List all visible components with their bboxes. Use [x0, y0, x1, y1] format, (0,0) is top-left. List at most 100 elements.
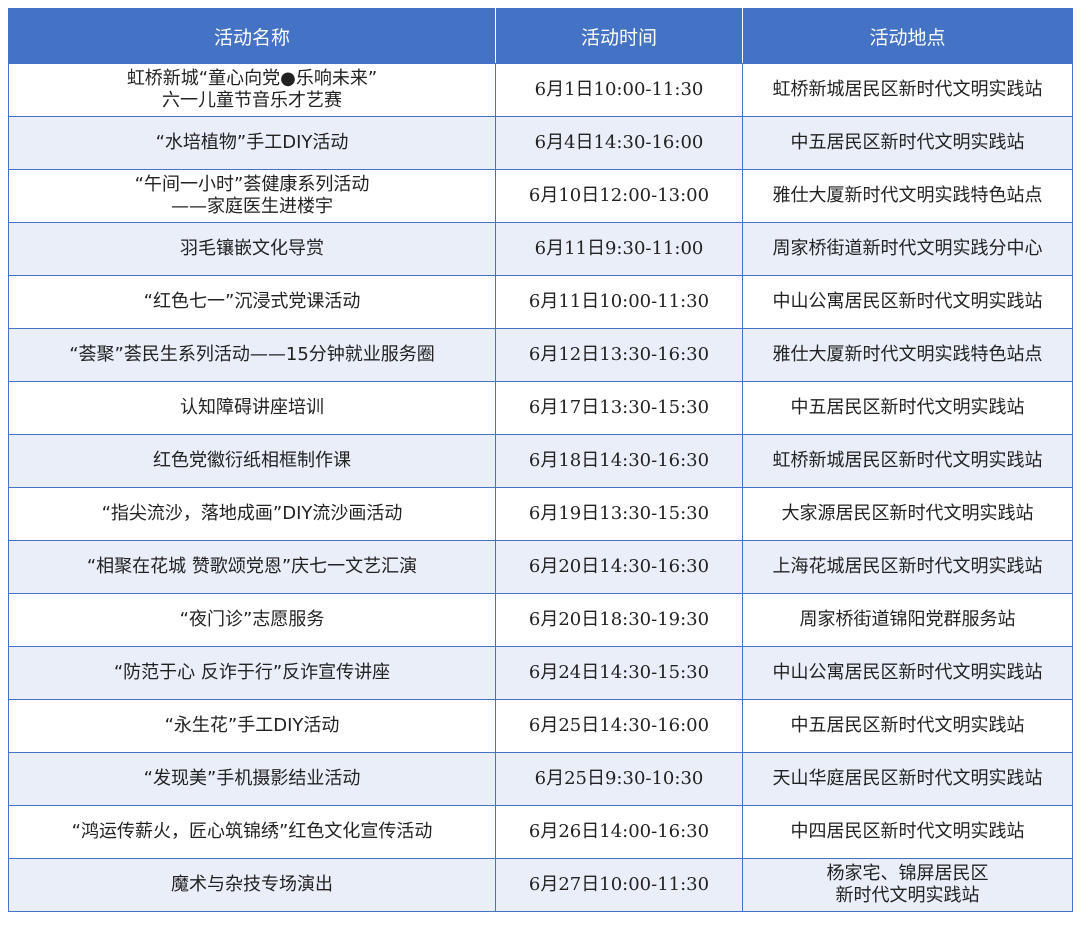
- table-row: 羽毛镶嵌文化导赏 6月11日9:30-11:00 周家桥街道新时代文明实践分中心: [8, 222, 1073, 276]
- table-row: 虹桥新城“童心向党●乐响未来” 六一儿童节音乐才艺赛 6月1日10:00-11:30…: [8, 63, 1073, 117]
- activity-time-cell: 6月18日14:30-16:30: [495, 434, 743, 488]
- activity-time-cell: 6月12日13:30-16:30: [495, 328, 743, 382]
- activity-name-cell: 魔术与杂技专场演出: [8, 858, 496, 912]
- activity-name-text: “荟聚”荟民生系列活动——15分钟就业服务圈: [69, 344, 435, 365]
- activity-name-text: “红色七一”沉浸式党课活动: [143, 291, 361, 312]
- activity-name-cell: “午间一小时”荟健康系列活动 ——家庭医生进楼宇: [8, 169, 496, 223]
- activity-name-text: 六一儿童节音乐才艺赛: [162, 90, 342, 111]
- activity-name-text: “相聚在花城 赞歌颂党恩”庆七一文艺汇演: [86, 556, 418, 577]
- activity-place-cell: 中五居民区新时代文明实践站: [742, 116, 1073, 170]
- activity-place-cell: 雅仕大厦新时代文明实践特色站点: [742, 328, 1073, 382]
- activity-place-cell: 中五居民区新时代文明实践站: [742, 699, 1073, 753]
- activity-time-cell: 6月26日14:00-16:30: [495, 805, 743, 859]
- activity-time-cell: 6月4日14:30-16:00: [495, 116, 743, 170]
- activity-time-cell: 6月25日9:30-10:30: [495, 752, 743, 806]
- activity-name-text: “夜门诊”志愿服务: [179, 609, 325, 630]
- activity-place-text: 中五居民区新时代文明实践站: [790, 397, 1025, 418]
- table-row: “红色七一”沉浸式党课活动 6月11日10:00-11:30 中山公寓居民区新时代文…: [8, 275, 1073, 329]
- activity-name-cell: 认知障碍讲座培训: [8, 381, 496, 435]
- activity-name-text: “发现美”手机摄影结业活动: [143, 768, 361, 789]
- activity-place-cell: 中四居民区新时代文明实践站: [742, 805, 1073, 859]
- table-row: “相聚在花城 赞歌颂党恩”庆七一文艺汇演 6月20日14:30-16:30 上海花城…: [8, 540, 1073, 594]
- table-row: 魔术与杂技专场演出 6月27日10:00-11:30 杨家宅、锦屏居民区 新时代文明实…: [8, 858, 1073, 912]
- activity-place-cell: 上海花城居民区新时代文明实践站: [742, 540, 1073, 594]
- activity-name-cell: 红色党徽衍纸相框制作课: [8, 434, 496, 488]
- header-activity-name: 活动名称: [8, 8, 496, 64]
- table-row: “发现美”手机摄影结业活动 6月25日9:30-10:30 天山华庭居民区新时代文明…: [8, 752, 1073, 806]
- table-row: 认知障碍讲座培训 6月17日13:30-15:30 中五居民区新时代文明实践站: [8, 381, 1073, 435]
- activity-name-text: ——家庭医生进楼宇: [171, 196, 333, 217]
- activity-place-cell: 天山华庭居民区新时代文明实践站: [742, 752, 1073, 806]
- activity-place-text: 中五居民区新时代文明实践站: [790, 132, 1025, 153]
- activity-name-cell: “红色七一”沉浸式党课活动: [8, 275, 496, 329]
- activity-place-text: 中山公寓居民区新时代文明实践站: [772, 291, 1043, 312]
- activity-name-cell: “发现美”手机摄影结业活动: [8, 752, 496, 806]
- activity-table-container: 活动名称 活动时间 活动地点 虹桥新城“童心向党●乐响未来” 六一儿童节音乐才艺赛…: [8, 8, 1073, 912]
- activity-place-text: 周家桥街道锦阳党群服务站: [799, 609, 1016, 630]
- table-row: “防范于心 反诈于行”反诈宣传讲座 6月24日14:30-15:30 中山公寓居民区…: [8, 646, 1073, 700]
- activity-place-text: 天山华庭居民区新时代文明实践站: [772, 768, 1043, 789]
- table-row: “夜门诊”志愿服务 6月20日18:30-19:30 周家桥街道锦阳党群服务站: [8, 593, 1073, 647]
- activity-time-cell: 6月20日18:30-19:30: [495, 593, 743, 647]
- activity-place-text: 雅仕大厦新时代文明实践特色站点: [772, 344, 1043, 365]
- activity-name-cell: 羽毛镶嵌文化导赏: [8, 222, 496, 276]
- activity-name-text: “鸿运传薪火，匠心筑锦绣”红色文化宣传活动: [71, 821, 433, 842]
- activity-name-text: “指尖流沙，落地成画”DIY流沙画活动: [101, 503, 403, 524]
- activity-name-cell: “荟聚”荟民生系列活动——15分钟就业服务圈: [8, 328, 496, 382]
- activity-name-cell: “水培植物”手工DIY活动: [8, 116, 496, 170]
- activity-place-text: 新时代文明实践站: [835, 885, 980, 906]
- activity-time-cell: 6月11日9:30-11:00: [495, 222, 743, 276]
- table-body: 虹桥新城“童心向党●乐响未来” 六一儿童节音乐才艺赛 6月1日10:00-11:30…: [8, 63, 1073, 912]
- activity-name-text: 虹桥新城“童心向党●乐响未来”: [126, 68, 378, 89]
- table-row: “荟聚”荟民生系列活动——15分钟就业服务圈 6月12日13:30-16:30 雅仕…: [8, 328, 1073, 382]
- table-header-row: 活动名称 活动时间 活动地点: [8, 8, 1073, 64]
- activity-name-cell: “指尖流沙，落地成画”DIY流沙画活动: [8, 487, 496, 541]
- activity-name-text: “永生花”手工DIY活动: [164, 715, 340, 736]
- activity-name-text: 红色党徽衍纸相框制作课: [153, 450, 351, 471]
- activity-place-text: 杨家宅、锦屏居民区: [826, 863, 989, 884]
- activity-place-cell: 中山公寓居民区新时代文明实践站: [742, 646, 1073, 700]
- table-row: “永生花”手工DIY活动 6月25日14:30-16:00 中五居民区新时代文明实践…: [8, 699, 1073, 753]
- activity-place-cell: 杨家宅、锦屏居民区 新时代文明实践站: [742, 858, 1073, 912]
- activity-time-cell: 6月10日12:00-13:00: [495, 169, 743, 223]
- activity-place-text: 中四居民区新时代文明实践站: [790, 821, 1025, 842]
- activity-name-text: “午间一小时”荟健康系列活动: [134, 174, 370, 195]
- activity-place-text: 中山公寓居民区新时代文明实践站: [772, 662, 1043, 683]
- activity-place-text: 中五居民区新时代文明实践站: [790, 715, 1025, 736]
- activity-place-cell: 雅仕大厦新时代文明实践特色站点: [742, 169, 1073, 223]
- table-row: “午间一小时”荟健康系列活动 ——家庭医生进楼宇 6月10日12:00-13:00 雅…: [8, 169, 1073, 223]
- activity-place-cell: 虹桥新城居民区新时代文明实践站: [742, 434, 1073, 488]
- activity-name-cell: “防范于心 反诈于行”反诈宣传讲座: [8, 646, 496, 700]
- activity-name-text: “防范于心 反诈于行”反诈宣传讲座: [113, 662, 391, 683]
- activity-place-cell: 虹桥新城居民区新时代文明实践站: [742, 63, 1073, 117]
- table-row: “鸿运传薪火，匠心筑锦绣”红色文化宣传活动 6月26日14:00-16:30 中四居…: [8, 805, 1073, 859]
- activity-place-cell: 周家桥街道锦阳党群服务站: [742, 593, 1073, 647]
- activity-time-cell: 6月11日10:00-11:30: [495, 275, 743, 329]
- activity-name-text: 认知障碍讲座培训: [180, 397, 324, 418]
- table-row: “指尖流沙，落地成画”DIY流沙画活动 6月19日13:30-15:30 大家源居民…: [8, 487, 1073, 541]
- activity-time-cell: 6月25日14:30-16:00: [495, 699, 743, 753]
- activity-place-cell: 大家源居民区新时代文明实践站: [742, 487, 1073, 541]
- activity-name-cell: “永生花”手工DIY活动: [8, 699, 496, 753]
- activity-place-text: 虹桥新城居民区新时代文明实践站: [772, 79, 1043, 100]
- activity-name-cell: 虹桥新城“童心向党●乐响未来” 六一儿童节音乐才艺赛: [8, 63, 496, 117]
- activity-name-text: “水培植物”手工DIY活动: [155, 132, 349, 153]
- header-activity-place: 活动地点: [742, 8, 1073, 64]
- header-activity-time: 活动时间: [495, 8, 743, 64]
- activity-time-cell: 6月1日10:00-11:30: [495, 63, 743, 117]
- activity-place-text: 大家源居民区新时代文明实践站: [781, 503, 1034, 524]
- activity-name-text: 魔术与杂技专场演出: [171, 874, 333, 895]
- table-row: “水培植物”手工DIY活动 6月4日14:30-16:00 中五居民区新时代文明实践…: [8, 116, 1073, 170]
- activity-time-cell: 6月27日10:00-11:30: [495, 858, 743, 912]
- activity-name-cell: “夜门诊”志愿服务: [8, 593, 496, 647]
- activity-name-cell: “鸿运传薪火，匠心筑锦绣”红色文化宣传活动: [8, 805, 496, 859]
- activity-place-text: 虹桥新城居民区新时代文明实践站: [772, 450, 1043, 471]
- activity-schedule-table: 活动名称 活动时间 活动地点 虹桥新城“童心向党●乐响未来” 六一儿童节音乐才艺赛…: [8, 8, 1073, 912]
- activity-place-text: 周家桥街道新时代文明实践分中心: [772, 238, 1043, 259]
- activity-time-cell: 6月20日14:30-16:30: [495, 540, 743, 594]
- activity-place-cell: 中山公寓居民区新时代文明实践站: [742, 275, 1073, 329]
- activity-name-cell: “相聚在花城 赞歌颂党恩”庆七一文艺汇演: [8, 540, 496, 594]
- activity-time-cell: 6月17日13:30-15:30: [495, 381, 743, 435]
- table-row: 红色党徽衍纸相框制作课 6月18日14:30-16:30 虹桥新城居民区新时代文明实…: [8, 434, 1073, 488]
- activity-place-cell: 周家桥街道新时代文明实践分中心: [742, 222, 1073, 276]
